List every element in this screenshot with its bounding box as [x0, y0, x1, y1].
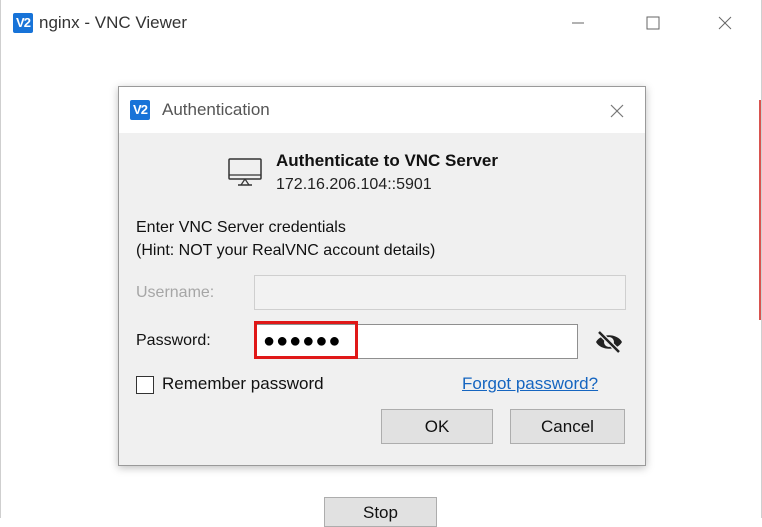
window-edge-accent [759, 100, 761, 320]
password-label: Password: [136, 332, 211, 349]
vnc-logo-icon: V2 [130, 100, 150, 120]
dialog-close-button[interactable] [597, 97, 637, 125]
window-title: nginx - VNC Viewer [39, 13, 188, 32]
prompt-line: Enter VNC Server credentials [136, 219, 346, 236]
window-close-button[interactable] [702, 0, 748, 46]
maximize-icon [646, 16, 660, 30]
close-icon [610, 104, 624, 118]
password-field[interactable]: ●●●●●● [254, 324, 578, 359]
credentials-prompt: Enter VNC Server credentials (Hint: NOT … [136, 216, 435, 262]
minimize-icon [572, 22, 584, 24]
window-titlebar[interactable]: V2 nginx - VNC Viewer [1, 0, 761, 46]
username-field[interactable] [254, 275, 626, 310]
password-value: ●●●●●● [263, 330, 342, 352]
stop-button[interactable]: Stop [324, 497, 437, 527]
hint-line: (Hint: NOT your RealVNC account details) [136, 242, 436, 259]
dialog-title: Authentication [162, 100, 270, 119]
monitor-icon [228, 158, 262, 186]
close-icon [718, 16, 732, 30]
dialog-titlebar[interactable]: V2 Authentication [119, 87, 645, 133]
remember-password-label[interactable]: Remember password [162, 374, 324, 394]
minimize-button[interactable] [555, 0, 601, 46]
vnc-logo-icon: V2 [13, 13, 33, 33]
ok-button[interactable]: OK [381, 409, 493, 444]
eye-slash-icon[interactable] [594, 329, 624, 355]
forgot-password-link[interactable]: Forgot password? [462, 374, 598, 394]
maximize-button[interactable] [630, 0, 676, 46]
username-label: Username: [136, 284, 215, 301]
authentication-dialog: V2 Authentication Authenticate to VNC Se… [118, 86, 646, 466]
server-address: 172.16.206.104::5901 [276, 176, 432, 193]
dialog-heading: Authenticate to VNC Server [276, 151, 498, 170]
cancel-button[interactable]: Cancel [510, 409, 625, 444]
remember-password-checkbox[interactable] [136, 376, 154, 394]
